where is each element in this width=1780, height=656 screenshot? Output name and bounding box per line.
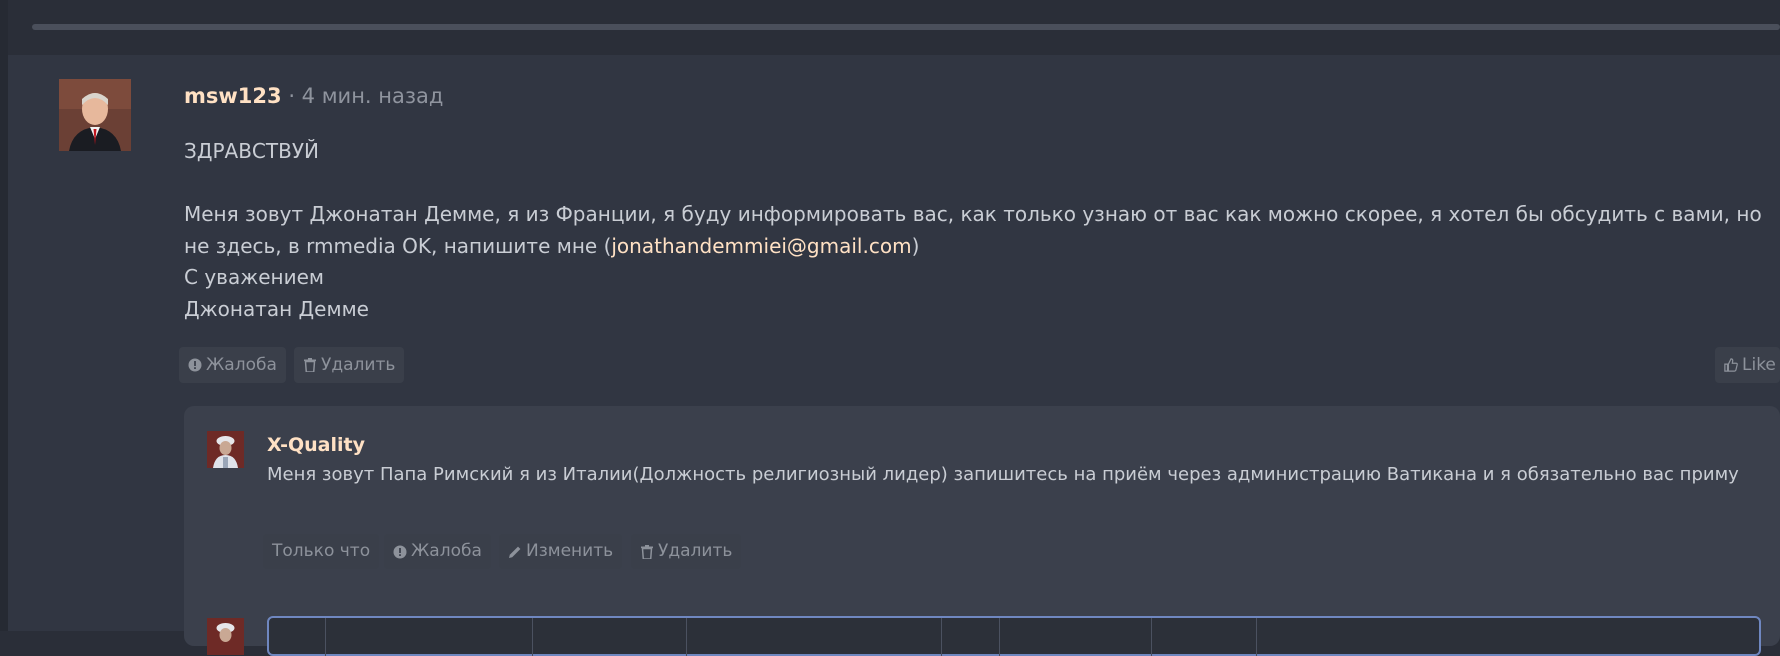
composer-avatar bbox=[207, 618, 244, 655]
email-link[interactable]: jonathandemmiei@gmail.com bbox=[611, 234, 911, 258]
reply-avatar-image bbox=[207, 431, 244, 468]
pencil-icon bbox=[508, 545, 522, 559]
toolbar-divider bbox=[999, 618, 1000, 656]
avatar-image bbox=[59, 79, 131, 151]
reply-time-label: Только что bbox=[272, 541, 371, 561]
reply-avatar[interactable] bbox=[207, 431, 244, 468]
reply-delete-label: Удалить bbox=[658, 541, 733, 561]
meta-separator: · bbox=[288, 84, 302, 108]
delete-label: Удалить bbox=[321, 355, 396, 375]
like-button[interactable]: Like bbox=[1715, 347, 1780, 383]
message-body: Меня зовут Джонатан Демме, я из Франции,… bbox=[184, 199, 1764, 262]
trash-icon bbox=[640, 544, 654, 559]
reply-card: X-Quality Меня зовут Папа Римский я из И… bbox=[184, 406, 1780, 656]
exclamation-circle-icon bbox=[393, 545, 407, 559]
message-blank-line bbox=[184, 168, 1764, 200]
report-button[interactable]: Жалоба bbox=[179, 347, 286, 383]
username[interactable]: msw123 bbox=[184, 84, 282, 108]
scrollbar-track[interactable] bbox=[32, 24, 1780, 30]
like-label: Like bbox=[1742, 355, 1776, 375]
message-body-close: ) bbox=[911, 233, 920, 258]
post-meta: msw123 · 4 мин. назад bbox=[184, 82, 443, 110]
toolbar-divider bbox=[325, 618, 326, 656]
reply-time-button[interactable]: Только что bbox=[263, 534, 380, 569]
post-time[interactable]: 4 мин. назад bbox=[302, 84, 444, 108]
trash-icon bbox=[303, 358, 317, 372]
left-rail bbox=[0, 0, 8, 631]
reply-report-label: Жалоба bbox=[411, 541, 482, 561]
report-label: Жалоба bbox=[206, 355, 277, 375]
post-message: ЗДРАВСТВУЙ Меня зовут Джонатан Демме, я … bbox=[184, 136, 1764, 325]
toolbar-divider bbox=[941, 618, 942, 656]
reply-delete-button[interactable]: Удалить bbox=[631, 534, 742, 569]
thumbs-up-icon bbox=[1724, 358, 1738, 372]
toolbar-divider bbox=[532, 618, 533, 656]
toolbar-divider bbox=[1256, 618, 1257, 656]
reply-composer-toolbar[interactable] bbox=[267, 616, 1761, 656]
delete-button[interactable]: Удалить bbox=[294, 347, 405, 383]
reply-edit-button[interactable]: Изменить bbox=[499, 534, 623, 569]
composer-avatar-image bbox=[207, 618, 244, 655]
toolbar-divider bbox=[686, 618, 687, 656]
toolbar-divider bbox=[1151, 618, 1152, 656]
reply-text: Меня зовут Папа Римский я из Италии(Долж… bbox=[267, 464, 1739, 485]
reply-report-button[interactable]: Жалоба bbox=[384, 534, 491, 569]
reply-author[interactable]: X-Quality bbox=[267, 434, 365, 456]
message-signature: Джонатан Демме bbox=[184, 296, 369, 321]
message-regards: С уважением bbox=[184, 265, 324, 289]
reply-edit-label: Изменить bbox=[526, 541, 614, 561]
exclamation-circle-icon bbox=[188, 358, 202, 372]
avatar[interactable] bbox=[59, 79, 131, 151]
message-greeting: ЗДРАВСТВУЙ bbox=[184, 139, 319, 163]
message-body-text: Меня зовут Джонатан Демме, я из Франции,… bbox=[184, 202, 1762, 258]
